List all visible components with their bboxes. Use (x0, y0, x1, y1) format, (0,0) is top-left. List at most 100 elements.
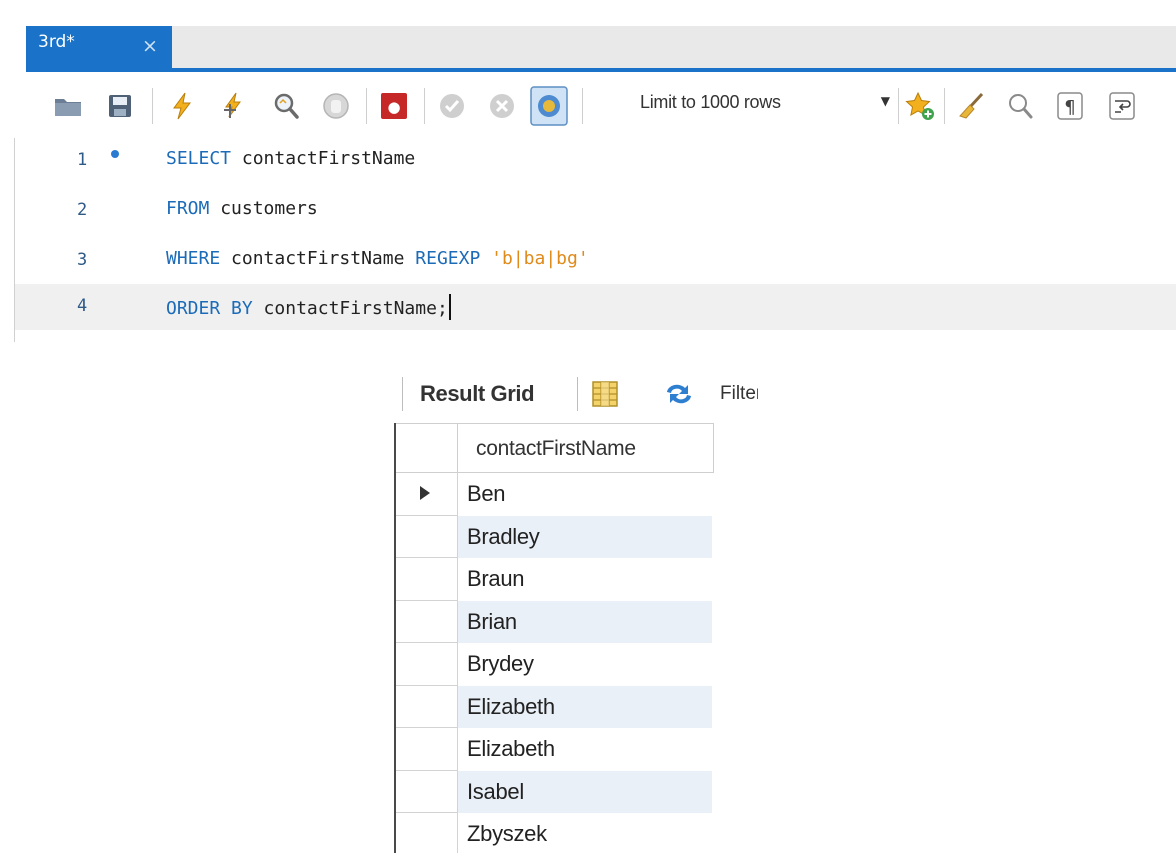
sql-keyword: WHERE (166, 248, 221, 269)
sql-keyword: ORDER (166, 298, 221, 319)
toolbar-separator (402, 377, 403, 411)
row-header[interactable] (396, 473, 458, 516)
code-text: WHERE contactFirstName REGEXP 'b|ba|bg' (166, 248, 589, 269)
tab-label: 3rd* (38, 32, 75, 52)
result-grid[interactable]: contactFirstName Ben Bradley Braun Brian (394, 423, 758, 853)
result-panel: Result Grid Filter Rows: contactFirstNam… (380, 365, 758, 853)
row-header[interactable] (396, 685, 458, 728)
table-row[interactable]: Brydey (396, 643, 760, 686)
limit-rows-select[interactable]: Limit to 1000 rows ▼ (640, 90, 890, 122)
sql-space (220, 298, 231, 319)
table-cell[interactable]: Zbyszek (458, 813, 712, 853)
stop-icon[interactable] (320, 90, 352, 122)
execute-current-icon[interactable] (218, 90, 250, 122)
tab-bar: 3rd* × (26, 26, 1176, 72)
row-header[interactable] (396, 643, 458, 686)
table-row[interactable]: Elizabeth (396, 728, 760, 771)
cell-value: Ben (467, 481, 506, 506)
toggle-error-icon[interactable]: ● (378, 90, 410, 122)
cell-value: Elizabeth (467, 693, 555, 719)
statement-marker-icon (111, 150, 119, 158)
code-text: FROM customers (166, 198, 318, 219)
table-cell[interactable]: Elizabeth (458, 728, 712, 771)
row-header[interactable] (396, 515, 458, 558)
sql-keyword: BY (231, 298, 253, 319)
table-cell[interactable]: Braun (458, 558, 712, 601)
toolbar-separator (424, 88, 425, 124)
sql-code-editor[interactable]: 1 SELECT contactFirstName 2 FROM custome… (14, 138, 1176, 342)
current-row-arrow-icon (420, 486, 430, 500)
row-header[interactable] (396, 770, 458, 813)
toolbar-separator (898, 88, 899, 124)
row-header[interactable] (396, 728, 458, 771)
code-line-3[interactable]: 3 WHERE contactFirstName REGEXP 'b|ba|bg… (15, 238, 1176, 284)
table-cell[interactable]: Elizabeth (458, 685, 712, 728)
toolbar-separator (366, 88, 367, 124)
code-line-4[interactable]: 4 ORDER BY contactFirstName; (15, 284, 1176, 330)
rollback-icon[interactable] (486, 90, 518, 122)
sql-keyword: REGEXP (415, 248, 481, 269)
line-number: 3 (77, 250, 88, 270)
sql-identifier: contactFirstName (231, 148, 416, 169)
limit-rows-value: Limit to 1000 rows (640, 92, 781, 112)
line-number: 2 (77, 200, 88, 220)
table-cell[interactable]: Brian (458, 600, 712, 643)
row-header[interactable] (396, 600, 458, 643)
explain-icon[interactable] (270, 90, 302, 122)
sql-editor-window: 3rd* × ● Limit to 1000 rows ▼ ¶ 1 SELECT… (0, 0, 1176, 342)
word-wrap-icon[interactable] (1106, 90, 1138, 122)
find-icon[interactable] (1004, 90, 1036, 122)
result-grid-tab[interactable]: Result Grid (420, 381, 535, 407)
table-row[interactable]: Braun (396, 558, 760, 601)
commit-icon[interactable] (436, 90, 468, 122)
line-number: 4 (77, 296, 88, 316)
table-row[interactable]: Elizabeth (396, 685, 760, 728)
table-row[interactable]: Zbyszek (396, 813, 760, 853)
table-cell[interactable]: Isabel (458, 770, 712, 813)
column-header-contactFirstName[interactable]: contactFirstName (458, 423, 714, 473)
refresh-icon[interactable] (663, 379, 695, 409)
table-cell[interactable]: Bradley (458, 515, 712, 558)
table-row[interactable]: Ben (396, 473, 760, 516)
invisible-chars-icon[interactable]: ¶ (1054, 90, 1086, 122)
beautify-icon[interactable] (956, 90, 988, 122)
grid-header: contactFirstName (396, 423, 760, 473)
table-cell[interactable]: Ben (458, 473, 712, 516)
grid-corner-cell[interactable] (396, 423, 458, 473)
autocommit-icon[interactable] (530, 86, 568, 126)
table-row[interactable]: Isabel (396, 770, 760, 813)
code-line-1[interactable]: 1 SELECT contactFirstName (15, 138, 1176, 184)
save-icon[interactable] (104, 90, 136, 122)
bookmark-icon[interactable] (904, 90, 936, 122)
sql-keyword: FROM (166, 198, 210, 219)
dropdown-arrow-icon: ▼ (880, 94, 890, 108)
sql-identifier: customers (209, 198, 318, 219)
grid-layout-icon[interactable] (590, 379, 620, 409)
execute-icon[interactable] (166, 90, 198, 122)
code-text: ORDER BY contactFirstName; (166, 294, 451, 320)
cell-value: Braun (467, 566, 525, 591)
table-row[interactable]: Bradley (396, 515, 760, 558)
toolbar-separator (944, 88, 945, 124)
row-header[interactable] (396, 813, 458, 853)
table-row[interactable]: Brian (396, 600, 760, 643)
toolbar-separator (577, 377, 578, 411)
svg-text:●: ● (387, 98, 400, 116)
grid-rows: Ben Bradley Braun Brian Brydey Elizabeth (396, 473, 760, 853)
editor-toolbar: ● Limit to 1000 rows ▼ ¶ (26, 76, 1176, 138)
cell-value: Brian (467, 608, 517, 634)
tab-query-3rd[interactable]: 3rd* × (26, 26, 172, 68)
open-folder-icon[interactable] (52, 90, 84, 122)
line-number: 1 (77, 150, 88, 170)
text-cursor (448, 294, 451, 320)
cell-value: Brydey (467, 651, 534, 676)
table-cell[interactable]: Brydey (458, 643, 712, 686)
cell-value: Zbyszek (467, 821, 547, 846)
sql-string-literal: 'b|ba|bg' (491, 248, 589, 269)
row-header[interactable] (396, 558, 458, 601)
toolbar-separator (152, 88, 153, 124)
close-tab-icon[interactable]: × (142, 34, 158, 58)
sql-identifier: contactFirstName; (252, 298, 448, 319)
code-line-2[interactable]: 2 FROM customers (15, 188, 1176, 234)
column-header-label: contactFirstName (476, 437, 636, 460)
